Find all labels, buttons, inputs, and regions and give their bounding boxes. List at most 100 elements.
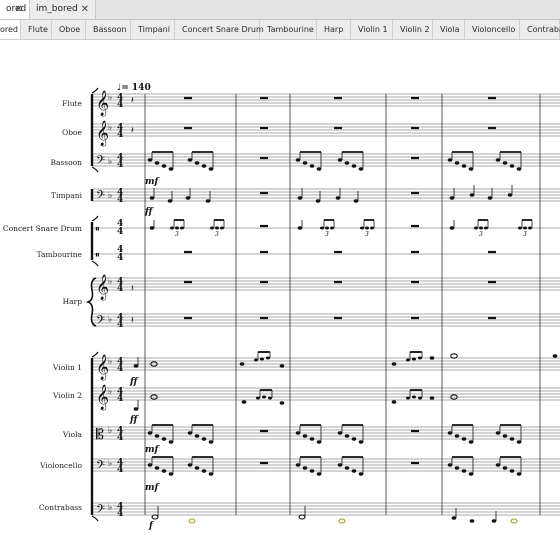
- part-tab-violin-2[interactable]: Violin 2: [393, 20, 433, 39]
- part-tab-timpani[interactable]: Timpani: [131, 20, 175, 39]
- part-tab-label: Harp: [324, 25, 344, 34]
- part-tab-harp[interactable]: Harp: [317, 20, 351, 39]
- staff-viola: [92, 426, 560, 440]
- part-tab-oboe[interactable]: Oboe: [52, 20, 86, 39]
- bass-clef-icon: 𝄢: [96, 314, 105, 330]
- flat-icon: ♭: [108, 93, 112, 103]
- staff-oboe: [92, 123, 560, 137]
- part-tab-concert-snare-drum[interactable]: Concert Snare Drum: [175, 20, 264, 39]
- violoncello-notes: [147, 456, 522, 476]
- percussion-clef-icon: 𝄥: [95, 251, 99, 261]
- dynamic-violin-1: ff: [129, 377, 139, 387]
- part-tab-label: Viola: [440, 25, 460, 34]
- flat-icon: ♭: [108, 277, 112, 287]
- instrument-label-contrabass: Contrabass: [39, 503, 82, 512]
- staff-harp-bass: [92, 313, 560, 327]
- part-tab-label: Violin 1: [358, 25, 388, 34]
- flat-icon: ♭: [108, 503, 112, 513]
- staff-contrabass: [92, 502, 560, 516]
- staff-flute: [92, 93, 560, 107]
- document-tab-im-bored[interactable]: im_bored ✕: [30, 0, 96, 19]
- flat-icon: ♭: [108, 157, 112, 167]
- pickup-rests: 𝄽 𝄽 𝄽 𝄽: [131, 96, 134, 326]
- flat-icon: ♭: [108, 315, 112, 325]
- bass-clef-icon: 𝄢: [96, 154, 105, 170]
- staff-violin-2: [92, 387, 560, 401]
- instrument-label-violin-1: Violin 1: [52, 363, 82, 372]
- part-tab-label: ored: [0, 25, 19, 34]
- flat-icon: ♭: [108, 387, 112, 397]
- measure-rests: [184, 96, 496, 465]
- svg-text:𝄽: 𝄽: [131, 284, 134, 294]
- bass-clef-icon: 𝄢: [96, 459, 105, 475]
- part-tab-viola[interactable]: Viola: [433, 20, 465, 39]
- time-signature-violoncello: 44: [117, 458, 123, 475]
- viola-notes: [147, 424, 522, 444]
- time-signature-harp-treble: 44: [117, 277, 123, 294]
- svg-text:4: 4: [117, 433, 123, 443]
- part-tab-label: Violoncello: [472, 25, 516, 34]
- svg-text:4: 4: [117, 320, 123, 330]
- time-signature-oboe: 44: [117, 123, 123, 140]
- part-tab-label: Violin 2: [400, 25, 430, 34]
- instrument-label-flute: Flute: [62, 99, 82, 108]
- dynamic-viola: mf: [145, 445, 161, 455]
- flat-icon: ♭: [108, 357, 112, 367]
- part-tab-label: Flute: [28, 25, 48, 34]
- document-tab-active[interactable]: ored ✕: [0, 0, 30, 19]
- close-icon[interactable]: ✕: [15, 0, 23, 19]
- instrument-label-timpani: Timpani: [51, 191, 83, 200]
- svg-text:4: 4: [117, 253, 123, 263]
- bass-clef-icon: 𝄢: [96, 189, 105, 205]
- part-tab-score[interactable]: ored: [0, 20, 21, 39]
- part-tab-flute[interactable]: Flute: [21, 20, 52, 39]
- part-tab-bar: ored Flute Oboe Bassoon Timpani Concert …: [0, 20, 560, 40]
- document-tab-bar: ored ✕ im_bored ✕: [0, 0, 560, 20]
- staff-bassoon: [92, 153, 560, 167]
- instrument-label-violoncello: Violoncello: [39, 461, 82, 470]
- time-signature-tambourine: 44: [117, 245, 123, 263]
- time-signature-violin-2: 44: [117, 387, 123, 404]
- time-signature-harp-bass: 44: [117, 313, 123, 330]
- score-canvas[interactable]: ♩= 140 Flute Oboe Bassoon Timpani Concer…: [0, 40, 560, 560]
- violin-2-notes: [133, 389, 458, 411]
- contrabass-notes: [151, 506, 518, 524]
- part-tab-contrabass[interactable]: Contrabass: [520, 20, 560, 39]
- time-signature-flute: 44: [117, 93, 123, 110]
- svg-text:3: 3: [325, 231, 329, 238]
- svg-text:4: 4: [117, 160, 123, 170]
- svg-text:3: 3: [175, 231, 179, 238]
- part-tab-bassoon[interactable]: Bassoon: [86, 20, 131, 39]
- close-icon[interactable]: ✕: [81, 0, 89, 19]
- svg-text:4: 4: [117, 465, 123, 475]
- instrument-label-concert-snare-drum: Concert Snare Drum: [3, 224, 82, 233]
- alto-clef-icon: 𝄡: [96, 427, 104, 443]
- part-tab-label: Concert Snare Drum: [182, 25, 264, 34]
- svg-text:4: 4: [117, 195, 123, 205]
- time-signature-snare: 44: [117, 219, 123, 237]
- part-tab-label: Tambourine: [267, 25, 314, 34]
- instrument-label-oboe: Oboe: [62, 128, 82, 137]
- part-tab-violoncello[interactable]: Violoncello: [465, 20, 520, 39]
- dynamic-contrabass: f: [148, 521, 155, 531]
- time-signature-bassoon: 44: [117, 153, 123, 170]
- svg-text:4: 4: [117, 394, 123, 404]
- part-tab-label: Contrabass: [527, 25, 560, 34]
- time-signature-contrabass: 44: [117, 502, 123, 519]
- part-tab-label: Bassoon: [93, 25, 127, 34]
- tempo-marking: ♩= 140: [117, 83, 151, 93]
- flat-icon: ♭: [108, 426, 112, 436]
- svg-text:𝄽: 𝄽: [131, 126, 134, 136]
- part-tab-violin-1[interactable]: Violin 1: [351, 20, 393, 39]
- instrument-label-harp: Harp: [63, 297, 83, 306]
- percussion-clef-icon: 𝄥: [95, 225, 99, 235]
- document-tab-label: im_bored: [36, 4, 78, 14]
- dynamic-timpani: ff: [144, 207, 154, 217]
- staff-violin-1: [92, 357, 560, 371]
- time-signature-violin-1: 44: [117, 357, 123, 374]
- timpani-notes: [149, 185, 513, 203]
- part-tab-tambourine[interactable]: Tambourine: [260, 20, 317, 39]
- violin-1-notes: [133, 351, 558, 368]
- svg-text:3: 3: [479, 231, 483, 238]
- svg-text:4: 4: [117, 130, 123, 140]
